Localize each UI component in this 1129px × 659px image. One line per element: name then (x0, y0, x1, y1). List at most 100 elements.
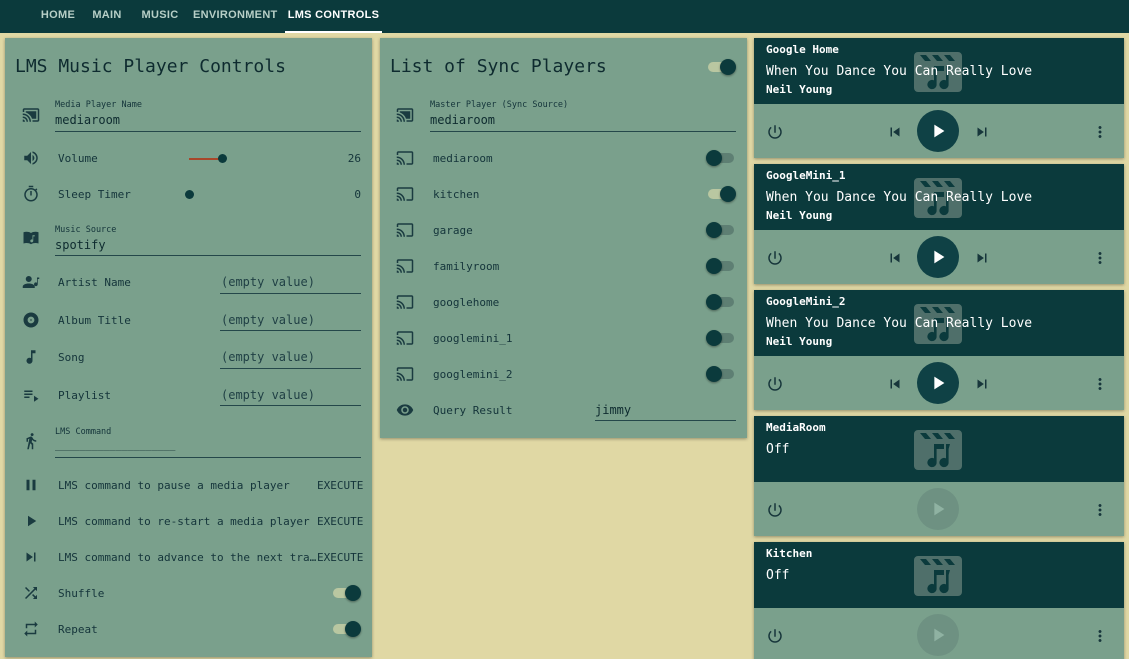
cast-icon (395, 148, 415, 168)
field-underline (220, 405, 361, 406)
master-player-select[interactable]: mediaroom (430, 113, 495, 127)
tab-music[interactable]: MUSIC (136, 0, 184, 33)
skip-previous-icon (890, 253, 900, 263)
next-track-button[interactable] (971, 121, 993, 143)
more-options-button[interactable] (1089, 625, 1111, 647)
playlist-input[interactable]: (empty value) (221, 388, 315, 402)
media-player-name-select[interactable]: mediaroom (55, 113, 120, 127)
playlist-icon (21, 385, 41, 405)
repeat-toggle[interactable] (331, 619, 361, 639)
tab-lms-controls[interactable]: LMS CONTROLS (285, 0, 382, 33)
sync-toggle-googlemini-1[interactable] (706, 328, 736, 348)
power-button[interactable] (764, 373, 786, 395)
song-input[interactable]: (empty value) (221, 350, 315, 364)
cast-icon (395, 105, 415, 125)
sync-toggle-familyroom[interactable] (706, 256, 736, 276)
media-title: When You Dance You Can Really Love (766, 316, 1033, 331)
movie-music-icon (914, 556, 962, 596)
media-artist: Neil Young (766, 335, 833, 348)
power-button[interactable] (764, 121, 786, 143)
volume-value: 26 (347, 152, 361, 165)
execute-next-button[interactable]: EXECUTE (317, 551, 363, 564)
album-icon (21, 310, 41, 330)
field-underline (430, 131, 736, 132)
media-player-name: MediaRoom (766, 421, 826, 434)
power-icon (768, 251, 782, 265)
skip-previous-icon (890, 127, 900, 137)
sleep-timer-slider-thumb[interactable] (185, 190, 194, 199)
next-track-button[interactable] (971, 373, 993, 395)
query-result-label: Query Result (433, 404, 513, 417)
play-pause-button[interactable] (917, 488, 959, 530)
more-options-button[interactable] (1089, 373, 1111, 395)
more-options-button[interactable] (1089, 499, 1111, 521)
song-label: Song (58, 351, 85, 364)
next-track-button[interactable] (971, 247, 993, 269)
tab-environment[interactable]: ENVIRONMENT (193, 0, 277, 33)
sync-players-card: List of Sync Players Master Player (Sync… (380, 38, 747, 438)
sync-toggle-kitchen[interactable] (706, 184, 736, 204)
play-pause-button[interactable] (917, 110, 959, 152)
cast-icon (395, 292, 415, 312)
lms-command-input[interactable]: ____________________ (55, 440, 175, 451)
more-vertical-icon (1098, 630, 1102, 642)
repeat-label: Repeat (58, 623, 98, 636)
media-player-name-label: Media Player Name (55, 100, 142, 110)
power-icon (768, 629, 782, 643)
power-button[interactable] (764, 625, 786, 647)
volume-slider-thumb[interactable] (218, 154, 227, 163)
sync-toggle-mediaroom[interactable] (706, 148, 736, 168)
repeat-icon (21, 619, 41, 639)
playlist-label: Playlist (58, 389, 111, 402)
power-icon (768, 125, 782, 139)
sync-toggle-garage[interactable] (706, 220, 736, 240)
more-options-button[interactable] (1089, 121, 1111, 143)
sync-master-toggle[interactable] (706, 57, 736, 77)
previous-track-button[interactable] (884, 247, 906, 269)
more-vertical-icon (1098, 252, 1102, 264)
lms-controls-card: LMS Music Player Controls Media Player N… (5, 38, 372, 657)
volume-icon (21, 148, 41, 168)
play-pause-button[interactable] (917, 236, 959, 278)
play-pause-button[interactable] (917, 614, 959, 656)
media-player-card: MediaRoom Off (754, 416, 1124, 536)
timer-icon (21, 184, 41, 204)
media-title: Off (766, 568, 790, 583)
sync-toggle-googlemini-2[interactable] (706, 364, 736, 384)
tab-main[interactable]: MAIN (86, 0, 128, 33)
sync-toggle-googlehome[interactable] (706, 292, 736, 312)
cast-icon (395, 364, 415, 384)
field-underline (55, 131, 361, 132)
shuffle-label: Shuffle (58, 587, 105, 600)
query-result-input[interactable]: jimmy (595, 403, 631, 417)
field-underline (220, 368, 361, 369)
more-options-button[interactable] (1089, 247, 1111, 269)
power-icon (768, 377, 782, 391)
cast-icon (395, 328, 415, 348)
execute-pause-button[interactable]: EXECUTE (317, 479, 363, 492)
script-pause-label: LMS command to pause a media player (58, 479, 290, 492)
power-button[interactable] (764, 247, 786, 269)
execute-restart-button[interactable]: EXECUTE (317, 515, 363, 528)
field-underline (220, 293, 361, 294)
sync-player-name: googlemini_1 (433, 332, 513, 345)
sync-player-name: garage (433, 224, 473, 237)
media-player-header: Google Home When You Dance You Can Reall… (754, 38, 1124, 104)
tab-home[interactable]: HOME (36, 0, 80, 33)
previous-track-button[interactable] (884, 121, 906, 143)
previous-track-button[interactable] (884, 373, 906, 395)
play-pause-button[interactable] (917, 362, 959, 404)
music-note-icon (21, 347, 41, 367)
album-title-input[interactable]: (empty value) (221, 313, 315, 327)
music-source-select[interactable]: spotify (55, 238, 106, 252)
power-button[interactable] (764, 499, 786, 521)
artist-name-input[interactable]: (empty value) (221, 275, 315, 289)
media-player-header: MediaRoom Off (754, 416, 1124, 482)
field-underline (220, 330, 361, 331)
media-title: Off (766, 442, 790, 457)
card-title: List of Sync Players (390, 56, 607, 77)
media-title: When You Dance You Can Really Love (766, 64, 1033, 79)
script-restart-label: LMS command to re-start a media player (58, 515, 310, 528)
skip-next-icon (977, 127, 987, 137)
shuffle-toggle[interactable] (331, 583, 361, 603)
